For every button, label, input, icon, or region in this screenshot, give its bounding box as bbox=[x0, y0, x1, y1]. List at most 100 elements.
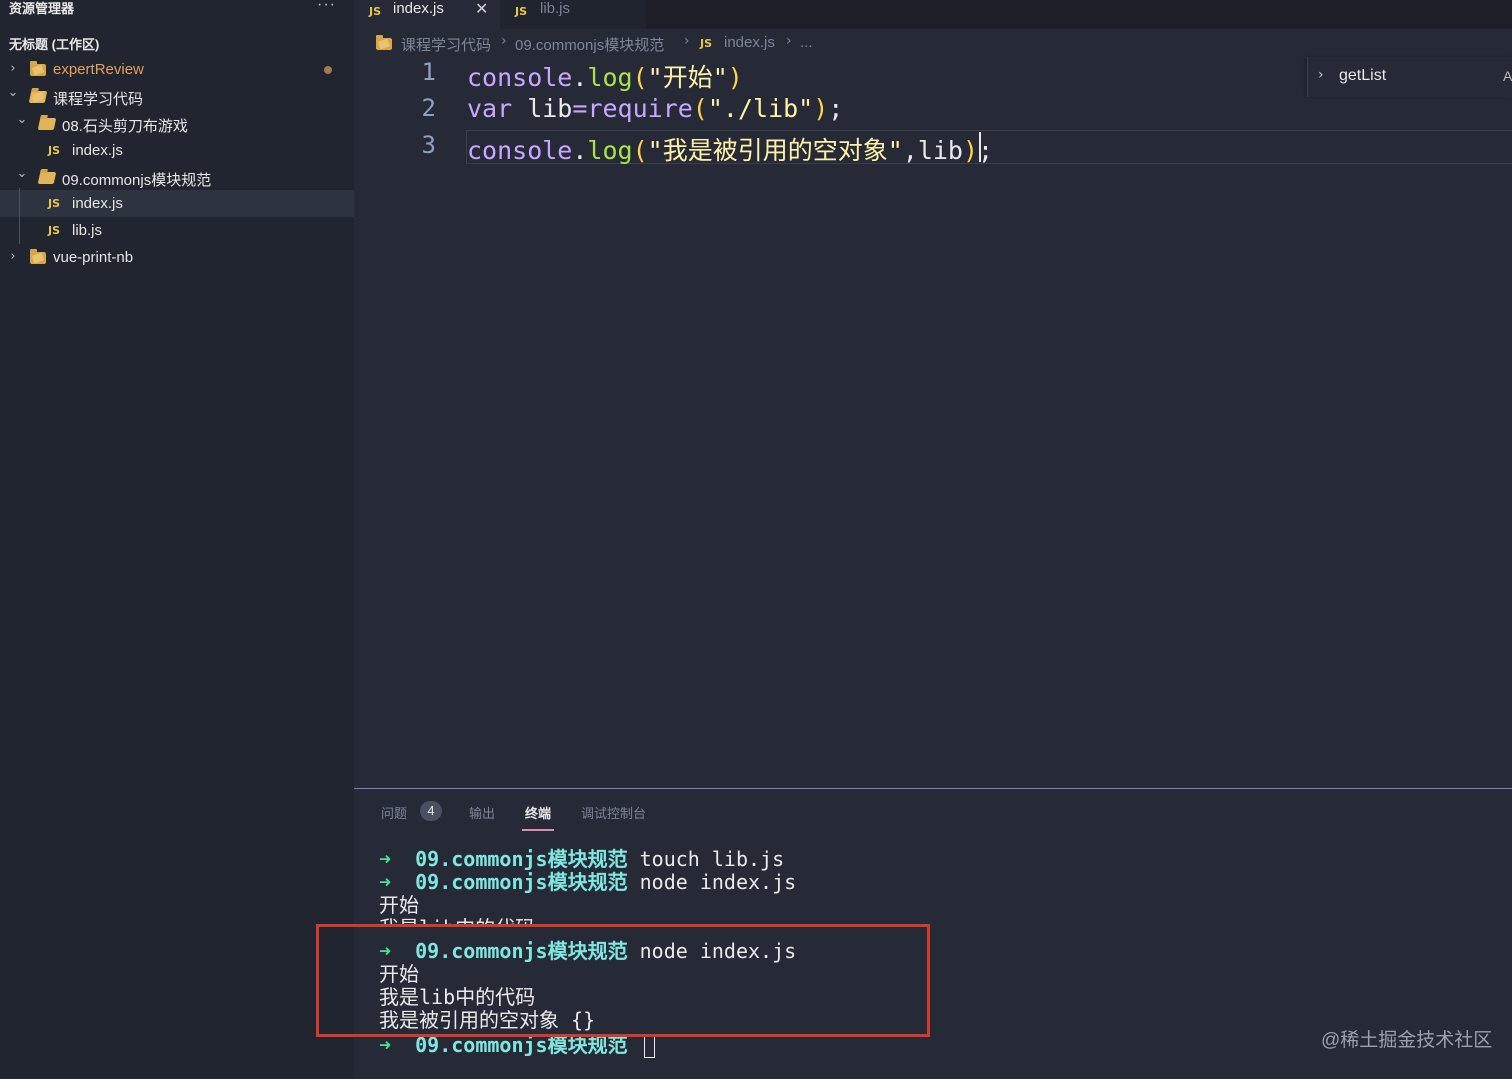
tree-label: expertReview bbox=[53, 61, 144, 78]
prompt-dir: 09.commonjs模块规范 bbox=[415, 870, 628, 894]
breadcrumb-separator-icon: › bbox=[786, 33, 792, 49]
token: require bbox=[587, 94, 693, 123]
active-tab-indicator bbox=[522, 829, 554, 831]
breadcrumb-item[interactable]: index.js bbox=[724, 34, 775, 51]
token: . bbox=[572, 136, 588, 165]
tree-label: 课程学习代码 bbox=[53, 91, 144, 108]
breadcrumb: 课程学习代码 › 09.commonjs模块规范 › JS index.js ›… bbox=[354, 29, 1512, 57]
explorer-title: 资源管理器 bbox=[9, 1, 75, 16]
token: ) bbox=[962, 136, 979, 165]
folder-open-icon bbox=[37, 118, 57, 130]
breadcrumb-item[interactable]: 课程学习代码 bbox=[401, 34, 491, 55]
chevron-down-icon: ⌄ bbox=[16, 166, 28, 181]
chevron-right-icon: › bbox=[10, 61, 16, 76]
js-file-icon: JS bbox=[48, 197, 61, 210]
chevron-down-icon: ⌄ bbox=[16, 112, 28, 127]
breadcrumb-separator-icon: › bbox=[501, 33, 507, 49]
close-icon[interactable]: ✕ bbox=[475, 0, 488, 18]
tree-file-index-09[interactable]: JS index.js bbox=[0, 190, 354, 217]
token: lib bbox=[917, 136, 963, 165]
tree-label: index.js bbox=[72, 142, 123, 159]
tree-file-lib[interactable]: JS lib.js bbox=[0, 217, 354, 244]
tree-folder-vue-print-nb[interactable]: › vue-print-nb bbox=[0, 244, 354, 271]
indent-guide bbox=[19, 188, 20, 244]
chevron-right-icon[interactable]: › bbox=[1318, 67, 1324, 83]
token: "./lib" bbox=[707, 94, 814, 123]
outline-extra: A bbox=[1503, 68, 1512, 84]
folder-icon bbox=[30, 61, 46, 76]
token: console bbox=[467, 63, 573, 92]
code-text: console.log("开始") bbox=[467, 58, 743, 94]
workspace-title: 无标题 (工作区) bbox=[9, 37, 100, 52]
tab-terminal[interactable]: 终端 bbox=[525, 803, 551, 822]
tab-label: index.js bbox=[393, 0, 444, 17]
folder-open-icon bbox=[37, 172, 57, 184]
breadcrumb-item[interactable]: 09.commonjs模块规范 bbox=[515, 34, 664, 55]
token: var bbox=[467, 94, 513, 123]
token: = bbox=[572, 94, 588, 123]
more-actions-icon[interactable]: ··· bbox=[317, 0, 336, 14]
tab-problems[interactable]: 问题 bbox=[381, 803, 407, 822]
code-text: console.log("我是被引用的空对象",lib); bbox=[467, 131, 993, 167]
explorer-sidebar: 资源管理器 ··· 无标题 (工作区) › expertReview ⌄ 课程学… bbox=[0, 0, 354, 1078]
folder-open-icon bbox=[28, 91, 48, 103]
token: ) bbox=[727, 63, 743, 92]
tab-debug-console[interactable]: 调试控制台 bbox=[581, 803, 646, 822]
folder-icon bbox=[376, 35, 392, 50]
js-file-icon: JS bbox=[48, 224, 61, 237]
watermark: @稀土掘金技术社区 bbox=[1321, 1030, 1493, 1051]
token: ( bbox=[632, 136, 648, 165]
tab-lib-js[interactable]: JS lib.js bbox=[500, 0, 646, 29]
token: . bbox=[572, 63, 588, 92]
token: ( bbox=[692, 94, 708, 123]
tree-folder-course[interactable]: ⌄ 课程学习代码 bbox=[0, 83, 354, 110]
line-number: 1 bbox=[421, 58, 436, 86]
tree-file-index-08[interactable]: JS index.js bbox=[0, 137, 354, 164]
code-line-3[interactable]: 3 console.log("我是被引用的空对象",lib); bbox=[354, 129, 1512, 165]
breadcrumb-item[interactable]: ... bbox=[800, 34, 813, 51]
js-file-icon: JS bbox=[700, 37, 713, 50]
tree-label: vue-print-nb bbox=[53, 249, 134, 266]
tree-label: lib.js bbox=[72, 222, 103, 239]
workspace-header[interactable]: 无标题 (工作区) bbox=[0, 29, 354, 55]
outline-item-getlist[interactable]: getList bbox=[1339, 67, 1386, 85]
code-line-2[interactable]: 2 var lib=require("./lib"); bbox=[354, 92, 1512, 128]
token: console bbox=[467, 136, 573, 165]
folder-icon bbox=[30, 249, 46, 264]
breadcrumb-separator-icon: › bbox=[684, 33, 690, 49]
tree-folder-08[interactable]: ⌄ 08.石头剪刀布游戏 bbox=[0, 110, 354, 137]
tree-folder-09[interactable]: ⌄ 09.commonjs模块规范 bbox=[0, 164, 354, 191]
line-number: 2 bbox=[421, 94, 436, 122]
token: ) bbox=[813, 94, 829, 123]
token: log bbox=[587, 136, 633, 165]
tree-label: index.js bbox=[72, 195, 123, 212]
js-file-icon: JS bbox=[369, 5, 382, 18]
js-file-icon: JS bbox=[48, 144, 61, 157]
chevron-down-icon: ⌄ bbox=[7, 85, 19, 100]
token: log bbox=[587, 63, 633, 92]
token: "开始" bbox=[647, 63, 728, 92]
tab-output[interactable]: 输出 bbox=[469, 803, 495, 822]
chevron-right-icon: › bbox=[10, 249, 16, 264]
tab-label: lib.js bbox=[540, 0, 571, 17]
code-text: var lib=require("./lib"); bbox=[467, 94, 843, 123]
problems-count-badge: 4 bbox=[420, 801, 442, 821]
explorer-header: 资源管理器 ··· bbox=[0, 0, 354, 28]
token: ; bbox=[828, 94, 844, 123]
modified-dot-icon bbox=[324, 66, 332, 74]
editor-tab-bar: JS index.js ✕ JS lib.js bbox=[354, 0, 1512, 29]
tree-label: 09.commonjs模块规范 bbox=[62, 172, 212, 189]
token: , bbox=[902, 136, 918, 165]
terminal-cursor bbox=[643, 1035, 655, 1058]
outline-widget[interactable]: › getList A bbox=[1307, 57, 1512, 97]
text-cursor bbox=[979, 132, 981, 162]
js-file-icon: JS bbox=[515, 5, 528, 18]
highlight-box bbox=[316, 924, 930, 1037]
token: "我是被引用的空对象" bbox=[647, 136, 903, 165]
tab-index-js[interactable]: JS index.js ✕ bbox=[354, 0, 500, 29]
tree-label: 08.石头剪刀布游戏 bbox=[62, 118, 188, 135]
token: ( bbox=[632, 63, 648, 92]
terminal-line: ➜ 09.commonjs模块规范 node index.js bbox=[379, 866, 796, 895]
tree-folder-expertreview[interactable]: › expertReview bbox=[0, 56, 354, 83]
line-number: 3 bbox=[421, 131, 436, 159]
